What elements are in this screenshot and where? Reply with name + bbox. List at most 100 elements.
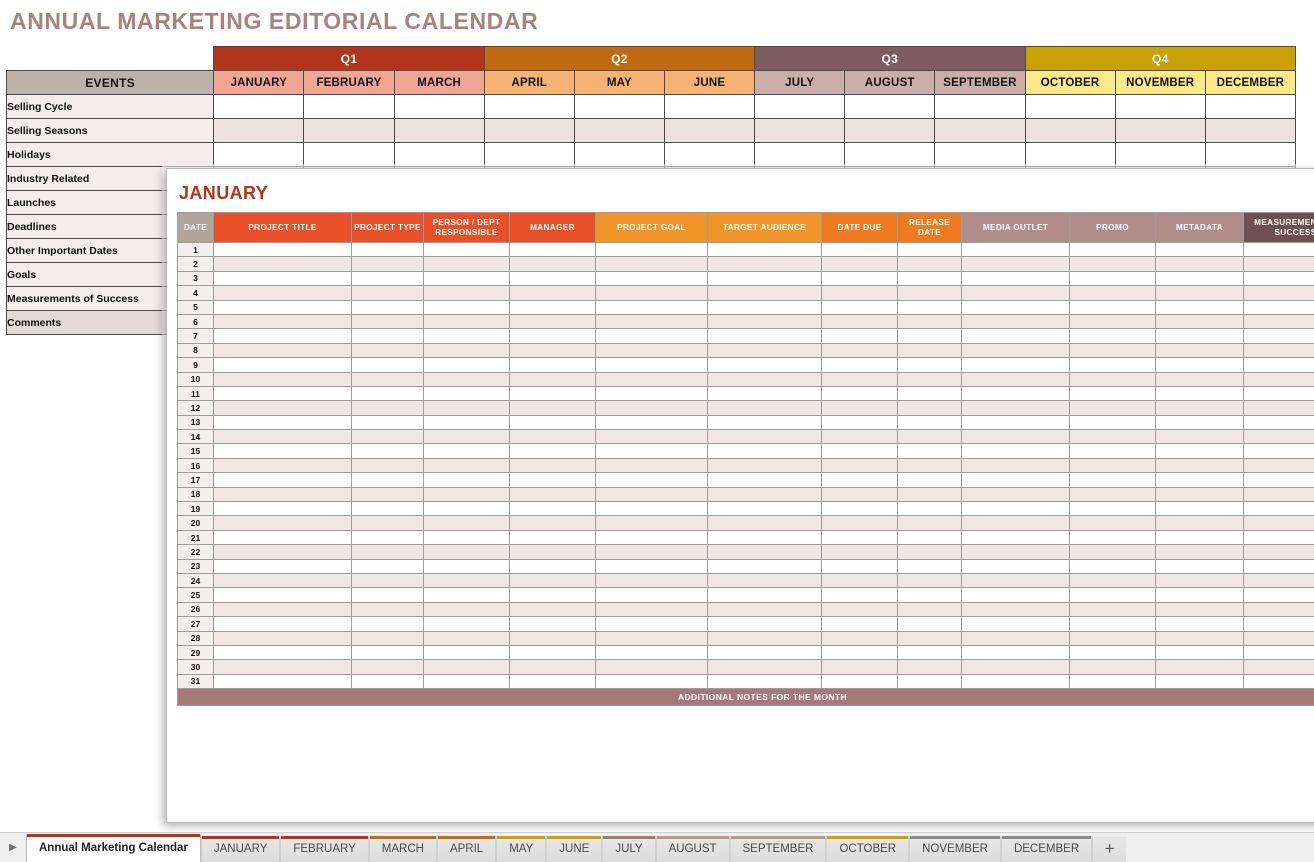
january-cell[interactable] bbox=[1243, 299, 1314, 315]
january-table-scroll[interactable]: DATE PROJECT TITLE PROJECT TYPE PERSON / DE… bbox=[177, 212, 1314, 707]
january-cell[interactable] bbox=[509, 400, 596, 416]
january-cell[interactable] bbox=[821, 472, 898, 488]
january-cell[interactable] bbox=[1069, 357, 1156, 373]
january-cell[interactable] bbox=[1069, 673, 1156, 690]
january-cell[interactable] bbox=[423, 472, 510, 488]
january-cell[interactable] bbox=[897, 601, 962, 618]
january-cell[interactable] bbox=[897, 486, 962, 503]
january-cell[interactable] bbox=[423, 285, 510, 301]
sheet-tab-may[interactable]: MAY bbox=[496, 836, 547, 862]
sheet-tab-october[interactable]: OCTOBER bbox=[826, 836, 910, 862]
january-cell[interactable] bbox=[1069, 285, 1156, 301]
january-cell[interactable] bbox=[1155, 299, 1244, 315]
january-cell[interactable] bbox=[595, 400, 708, 416]
january-cell[interactable] bbox=[595, 429, 708, 445]
january-cell[interactable] bbox=[1243, 659, 1314, 675]
january-cell[interactable] bbox=[1069, 342, 1156, 359]
january-cell[interactable] bbox=[821, 256, 898, 272]
january-cell[interactable] bbox=[351, 601, 424, 618]
january-cell[interactable] bbox=[213, 328, 352, 344]
january-cell[interactable] bbox=[1155, 529, 1244, 546]
january-cell[interactable] bbox=[707, 357, 822, 373]
january-cell[interactable] bbox=[509, 515, 596, 531]
january-cell[interactable] bbox=[595, 443, 708, 459]
january-cell[interactable] bbox=[1243, 630, 1314, 646]
january-cell[interactable] bbox=[961, 241, 1070, 258]
january-cell[interactable] bbox=[423, 572, 510, 589]
january-cell[interactable] bbox=[423, 328, 510, 344]
january-cell[interactable] bbox=[213, 616, 352, 632]
january-cell[interactable] bbox=[707, 429, 822, 445]
january-cell[interactable] bbox=[961, 572, 1070, 589]
january-cell[interactable] bbox=[1243, 457, 1314, 474]
january-cell[interactable] bbox=[1155, 630, 1244, 646]
january-cell[interactable] bbox=[595, 313, 708, 330]
january-cell[interactable] bbox=[351, 385, 424, 402]
january-cell[interactable] bbox=[821, 601, 898, 618]
january-cell[interactable] bbox=[961, 644, 1070, 661]
january-cell[interactable] bbox=[595, 558, 708, 574]
january-cell[interactable] bbox=[961, 400, 1070, 416]
january-cell[interactable] bbox=[821, 443, 898, 459]
january-cell[interactable] bbox=[509, 630, 596, 646]
january-cell[interactable] bbox=[961, 270, 1070, 287]
january-cell[interactable] bbox=[423, 630, 510, 646]
january-cell[interactable] bbox=[897, 515, 962, 531]
january-cell[interactable] bbox=[213, 659, 352, 675]
january-cell[interactable] bbox=[821, 572, 898, 589]
january-cell[interactable] bbox=[707, 328, 822, 344]
january-cell[interactable] bbox=[213, 529, 352, 546]
january-cell[interactable] bbox=[961, 616, 1070, 632]
january-cell[interactable] bbox=[351, 270, 424, 287]
january-cell[interactable] bbox=[423, 299, 510, 315]
january-cell[interactable] bbox=[821, 285, 898, 301]
january-cell[interactable] bbox=[1243, 644, 1314, 661]
january-cell[interactable] bbox=[707, 673, 822, 690]
january-cell[interactable] bbox=[1243, 241, 1314, 258]
january-cell[interactable] bbox=[821, 529, 898, 546]
january-cell[interactable] bbox=[1069, 558, 1156, 574]
annual-cell[interactable] bbox=[663, 94, 756, 119]
january-cell[interactable] bbox=[213, 515, 352, 531]
january-cell[interactable] bbox=[423, 544, 510, 560]
january-cell[interactable] bbox=[897, 472, 962, 488]
january-cell[interactable] bbox=[821, 313, 898, 330]
annual-cell[interactable] bbox=[844, 94, 936, 119]
january-cell[interactable] bbox=[961, 673, 1070, 690]
january-cell[interactable] bbox=[509, 457, 596, 474]
january-cell[interactable] bbox=[213, 572, 352, 589]
january-cell[interactable] bbox=[961, 558, 1070, 574]
january-cell[interactable] bbox=[351, 572, 424, 589]
annual-cell[interactable] bbox=[573, 118, 665, 143]
january-cell[interactable] bbox=[1069, 515, 1156, 531]
january-cell[interactable] bbox=[423, 587, 510, 603]
january-cell[interactable] bbox=[821, 544, 898, 560]
january-cell[interactable] bbox=[1069, 544, 1156, 560]
january-cell[interactable] bbox=[595, 616, 708, 632]
sheet-tab-august[interactable]: AUGUST bbox=[655, 836, 730, 862]
january-cell[interactable] bbox=[509, 529, 596, 546]
january-cell[interactable] bbox=[897, 241, 962, 258]
january-cell[interactable] bbox=[351, 486, 424, 503]
january-cell[interactable] bbox=[423, 385, 510, 402]
january-cell[interactable] bbox=[707, 270, 822, 287]
january-cell[interactable] bbox=[1243, 529, 1314, 546]
january-cell[interactable] bbox=[351, 371, 424, 387]
sheet-tab-march[interactable]: MARCH bbox=[368, 836, 437, 862]
january-cell[interactable] bbox=[821, 241, 898, 258]
january-cell[interactable] bbox=[1243, 256, 1314, 272]
january-cell[interactable] bbox=[213, 601, 352, 618]
january-cell[interactable] bbox=[961, 285, 1070, 301]
january-cell[interactable] bbox=[897, 673, 962, 690]
january-cell[interactable] bbox=[897, 313, 962, 330]
january-cell[interactable] bbox=[509, 544, 596, 560]
january-cell[interactable] bbox=[213, 285, 352, 301]
january-cell[interactable] bbox=[1155, 357, 1244, 373]
annual-cell[interactable] bbox=[483, 94, 575, 119]
january-cell[interactable] bbox=[707, 256, 822, 272]
january-cell[interactable] bbox=[897, 414, 962, 431]
january-cell[interactable] bbox=[897, 616, 962, 632]
january-cell[interactable] bbox=[595, 371, 708, 387]
annual-cell[interactable] bbox=[483, 118, 575, 143]
january-cell[interactable] bbox=[351, 644, 424, 661]
